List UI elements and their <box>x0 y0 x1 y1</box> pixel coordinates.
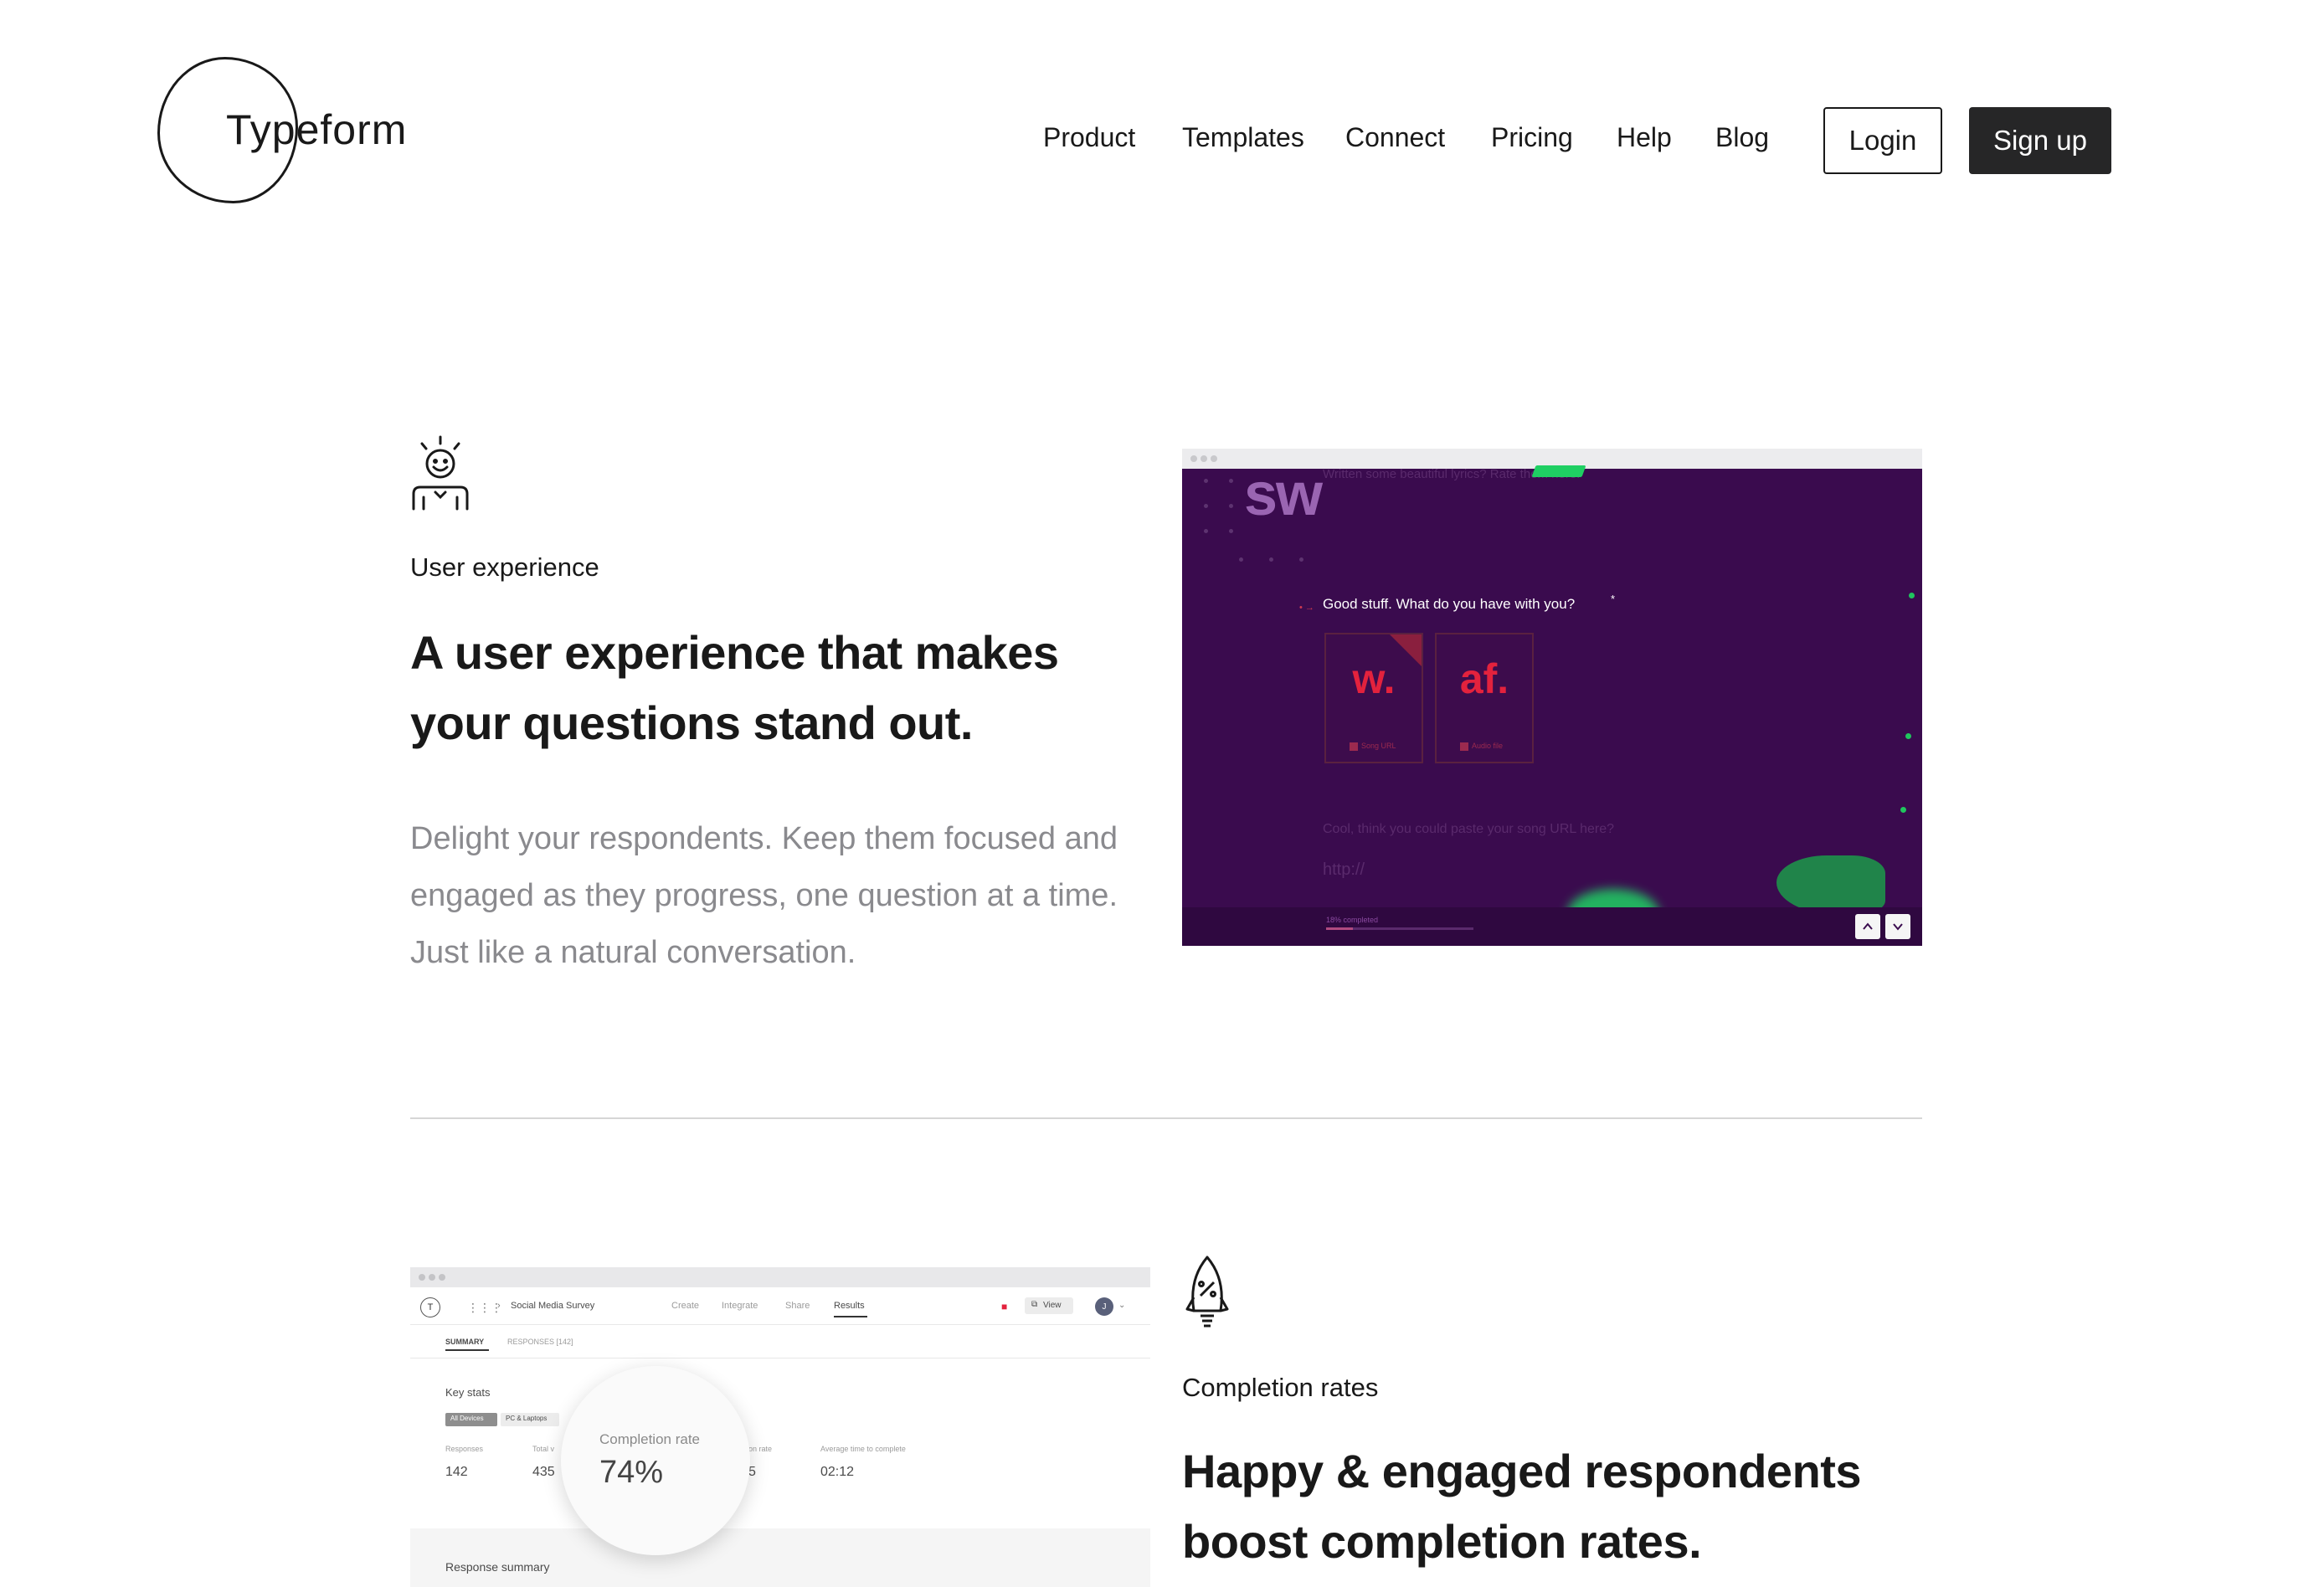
tab-share[interactable]: Share <box>785 1301 810 1311</box>
form-preview-screenshot: sw Written some beautiful lyrics? Rate t… <box>1182 449 1922 946</box>
tab-create[interactable]: Create <box>671 1301 699 1311</box>
section-body-line: Just like a natural conversation. <box>410 935 856 970</box>
breadcrumb-chevron-icon: › <box>497 1301 501 1311</box>
completion-rate-label: Completion rate <box>599 1431 701 1447</box>
choice-letter: af. <box>1459 655 1509 702</box>
section-headline-line: boost completion rates. <box>1182 1515 1702 1568</box>
completion-rate-card: Completion rate 74% <box>561 1366 750 1555</box>
signup-button[interactable]: Sign up <box>1969 107 2111 174</box>
section-body-line: Delight your respondents. Keep them focu… <box>410 821 1118 856</box>
external-link-icon: ⧉ <box>1031 1300 1038 1309</box>
choice-label-text: Audio file <box>1472 742 1504 750</box>
section-eyebrow: Completion rates <box>1182 1373 1379 1402</box>
login-button[interactable]: Login <box>1823 107 1942 174</box>
choice-label: Audio file <box>1460 742 1503 751</box>
filter-all-devices-label: All Devices <box>450 1415 484 1422</box>
stat-label: Total v <box>532 1445 555 1453</box>
progress-track <box>1326 927 1473 930</box>
nav-connect[interactable]: Connect <box>1345 122 1445 161</box>
view-button[interactable]: ⧉ View <box>1025 1297 1073 1314</box>
next-button[interactable] <box>1885 914 1910 939</box>
required-mark: * <box>1611 593 1616 605</box>
lock-icon: ■ <box>1001 1301 1008 1312</box>
app-logo[interactable]: T <box>420 1297 440 1317</box>
avatar[interactable]: J <box>1095 1297 1113 1316</box>
section-body-line: engaged as they progress, one question a… <box>410 878 1118 913</box>
view-label: View <box>1043 1301 1062 1310</box>
header-divider <box>410 1324 1150 1325</box>
choice-key <box>1460 742 1468 751</box>
choice-letter: w. <box>1352 655 1396 702</box>
section-headline-line: Happy & engaged respondents <box>1182 1445 1862 1497</box>
logo-text[interactable]: Typeform <box>226 105 407 154</box>
chevron-up-icon <box>1863 922 1873 930</box>
subtab-underline <box>445 1349 489 1351</box>
nav-pricing[interactable]: Pricing <box>1491 122 1573 161</box>
response-summary-panel <box>410 1528 1150 1587</box>
chevron-down-icon <box>1893 923 1903 931</box>
stat-value: 02:12 <box>820 1465 855 1479</box>
stat-label: Average time to complete <box>820 1445 906 1453</box>
progress-footer: 18% completed <box>1182 907 1922 946</box>
green-accent <box>1531 465 1586 477</box>
nav-blog[interactable]: Blog <box>1715 122 1769 161</box>
browser-chrome-bar <box>410 1267 1150 1287</box>
section-divider <box>410 1117 1922 1119</box>
form-title[interactable]: Social Media Survey <box>511 1301 594 1311</box>
choice-label: Song URL <box>1350 742 1396 751</box>
tab-integrate[interactable]: Integrate <box>722 1301 758 1311</box>
green-shape <box>1776 855 1885 914</box>
response-summary-title: Response summary <box>445 1560 550 1574</box>
brand-mark: sw <box>1244 461 1323 528</box>
active-tab-underline <box>834 1316 867 1317</box>
question-arrow-icon: • → <box>1299 603 1314 613</box>
progress-text: 18% completed <box>1326 916 1379 924</box>
key-stats-title: Key stats <box>445 1386 491 1399</box>
tab-results[interactable]: Results <box>834 1301 865 1311</box>
choice-key <box>1350 742 1358 751</box>
stat-value: 142 <box>445 1465 468 1479</box>
nav-product[interactable]: Product <box>1043 122 1135 161</box>
section-headline-line: A user experience that makes <box>410 626 1059 679</box>
completion-rate-value: 74% <box>599 1455 664 1490</box>
previous-button[interactable] <box>1855 914 1880 939</box>
nav-templates[interactable]: Templates <box>1182 122 1304 161</box>
rocket-percent-icon <box>1185 1256 1229 1328</box>
subtab-responses[interactable]: RESPONSES [142] <box>507 1338 573 1346</box>
stat-label: on rate <box>748 1445 773 1453</box>
section-eyebrow: User experience <box>410 552 599 582</box>
chevron-down-icon[interactable]: ⌄ <box>1118 1301 1125 1310</box>
subtab-summary[interactable]: SUMMARY <box>445 1338 484 1346</box>
filter-pc-laptops[interactable]: PC & Laptops <box>501 1413 559 1426</box>
question-text: Good stuff. What do you have with you? <box>1323 596 1576 612</box>
filter-all-devices[interactable]: All Devices <box>445 1413 497 1426</box>
choice-card[interactable]: w. Song URL <box>1324 633 1423 763</box>
filter-pc-laptops-label: PC & Laptops <box>506 1415 548 1422</box>
stat-value: 435 <box>532 1465 555 1479</box>
section-headline-line: your questions stand out. <box>410 696 973 749</box>
stat-label: Responses <box>445 1445 484 1453</box>
next-question-text: Cool, think you could paste your song UR… <box>1323 822 1615 836</box>
smiling-user-icon <box>412 435 469 511</box>
url-input[interactable]: http:// <box>1323 860 1365 880</box>
nav-help[interactable]: Help <box>1617 122 1672 161</box>
results-dashboard-screenshot: T ⋮⋮⋮ › Social Media Survey Create Integ… <box>410 1267 1150 1587</box>
choice-label-text: Song URL <box>1361 742 1396 750</box>
choice-card[interactable]: af. Audio file <box>1435 633 1534 763</box>
